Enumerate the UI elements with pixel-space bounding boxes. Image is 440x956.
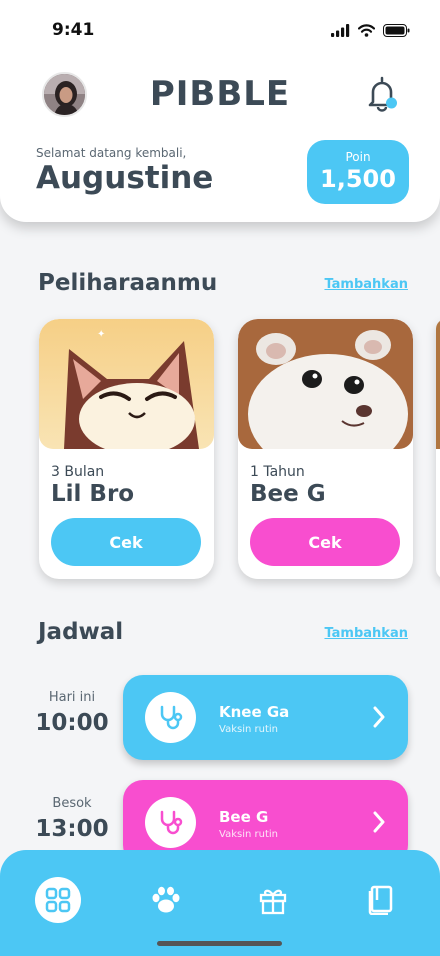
schedule-time: Besok 13:00 bbox=[22, 796, 122, 842]
stethoscope-icon bbox=[145, 797, 196, 848]
signal-icon bbox=[331, 24, 350, 37]
bell-icon[interactable] bbox=[366, 76, 398, 112]
pet-card[interactable]: 1 Tahun Bee G Cek bbox=[238, 319, 413, 579]
pet-card[interactable]: ✦ 3 Bulan Lil Bro Cek bbox=[39, 319, 214, 579]
chevron-right-icon[interactable] bbox=[372, 705, 386, 733]
user-name: Augustine bbox=[36, 160, 214, 196]
schedule-time: Hari ini 10:00 bbox=[22, 690, 122, 736]
add-schedule-link[interactable]: Tambahkan bbox=[324, 626, 408, 641]
check-pet-button[interactable]: Cek bbox=[250, 518, 400, 566]
pet-name: Bee G bbox=[250, 481, 326, 507]
grid-icon[interactable] bbox=[35, 877, 81, 923]
add-pet-link[interactable]: Tambahkan bbox=[324, 277, 408, 292]
schedule-hour: 13:00 bbox=[35, 816, 109, 842]
book-icon[interactable] bbox=[358, 877, 404, 923]
stethoscope-icon bbox=[145, 692, 196, 743]
welcome-text: Selamat datang kembali, bbox=[36, 146, 187, 160]
schedule-section-title: Jadwal bbox=[38, 619, 124, 645]
schedule-pet-name: Knee Ga bbox=[219, 703, 290, 721]
paw-icon[interactable] bbox=[143, 877, 189, 923]
svg-text:✦: ✦ bbox=[97, 329, 105, 340]
wifi-icon bbox=[358, 24, 375, 37]
points-label: Poin bbox=[345, 150, 371, 164]
schedule-item[interactable]: Knee Ga Vaksin rutin bbox=[123, 675, 408, 760]
schedule-note: Vaksin rutin bbox=[219, 724, 278, 735]
points-value: 1,500 bbox=[320, 165, 396, 193]
pet-card-partial[interactable] bbox=[436, 319, 440, 579]
pet-age: 1 Tahun bbox=[250, 464, 305, 480]
schedule-day: Besok bbox=[52, 796, 92, 811]
gift-icon[interactable] bbox=[250, 877, 296, 923]
pets-section-title: Peliharaanmu bbox=[38, 270, 218, 296]
check-pet-button[interactable]: Cek bbox=[51, 518, 201, 566]
battery-icon bbox=[383, 24, 410, 37]
status-time: 9:41 bbox=[52, 20, 95, 40]
schedule-hour: 10:00 bbox=[35, 710, 109, 736]
pet-age: 3 Bulan bbox=[51, 464, 105, 480]
status-icons bbox=[331, 24, 410, 37]
schedule-note: Vaksin rutin bbox=[219, 829, 278, 840]
home-indicator bbox=[157, 941, 282, 946]
schedule-pet-name: Bee G bbox=[219, 808, 269, 826]
status-bar: 9:41 bbox=[0, 0, 440, 60]
pet-name: Lil Bro bbox=[51, 481, 135, 507]
pet-photo bbox=[238, 319, 413, 449]
chevron-right-icon[interactable] bbox=[372, 810, 386, 838]
schedule-day: Hari ini bbox=[48, 690, 96, 705]
points-badge[interactable]: Poin 1,500 bbox=[307, 140, 409, 204]
pet-photo: ✦ bbox=[39, 319, 214, 449]
